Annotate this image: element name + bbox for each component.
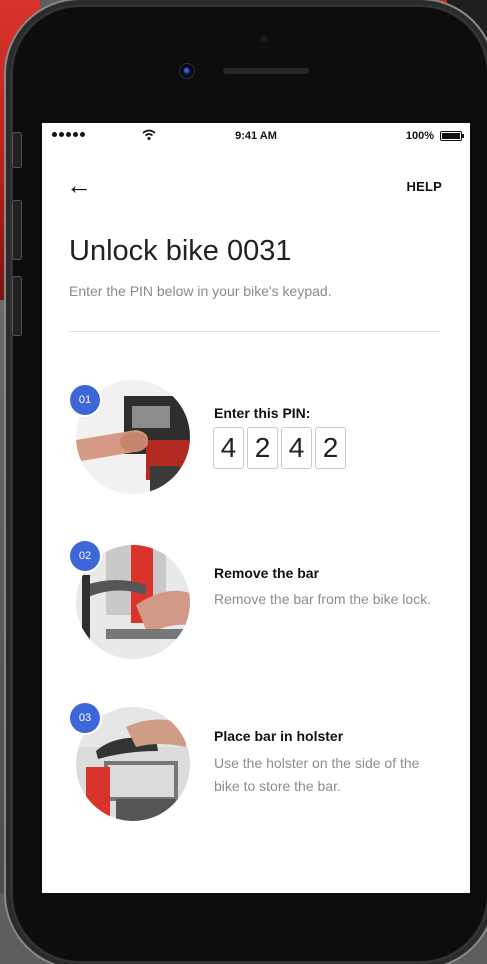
arrow-left-icon: ← [66, 170, 92, 200]
app-screen: 9:41 AM 100% ← HELP Unlock bike 0031 Ent… [42, 123, 470, 893]
front-camera-icon [180, 64, 194, 78]
step-heading: Enter this PIN: [214, 405, 311, 421]
pin-digit: 2 [247, 427, 278, 469]
step-heading: Place bar in holster [214, 728, 344, 744]
phone-volume-down [12, 276, 22, 336]
divider [69, 331, 441, 332]
step-number-badge: 03 [70, 703, 100, 733]
battery-icon [440, 131, 464, 141]
page-title: Unlock bike 0031 [69, 235, 292, 267]
step-number-badge: 02 [70, 541, 100, 571]
phone-volume-up [12, 200, 22, 260]
pin-digit: 4 [281, 427, 312, 469]
back-arrow-button[interactable]: ← [66, 171, 96, 201]
help-button[interactable]: HELP [407, 179, 442, 194]
pin-digit: 4 [213, 427, 244, 469]
step-number-badge: 01 [70, 385, 100, 415]
earpiece-speaker [223, 68, 309, 74]
status-bar: 9:41 AM 100% [42, 123, 470, 149]
page-subtitle: Enter the PIN below in your bike's keypa… [69, 283, 332, 299]
pin-code: 4 2 4 2 [213, 427, 346, 469]
battery-percent: 100% [405, 130, 434, 142]
front-sensor [260, 35, 268, 43]
phone-mute-switch [12, 132, 22, 168]
step-description: Remove the bar from the bike lock. [214, 591, 432, 607]
step-description: Use the holster on the side of the bike … [214, 755, 420, 794]
nav-bar: ← HELP [42, 171, 470, 201]
step-heading: Remove the bar [214, 565, 320, 581]
pin-digit: 2 [315, 427, 346, 469]
